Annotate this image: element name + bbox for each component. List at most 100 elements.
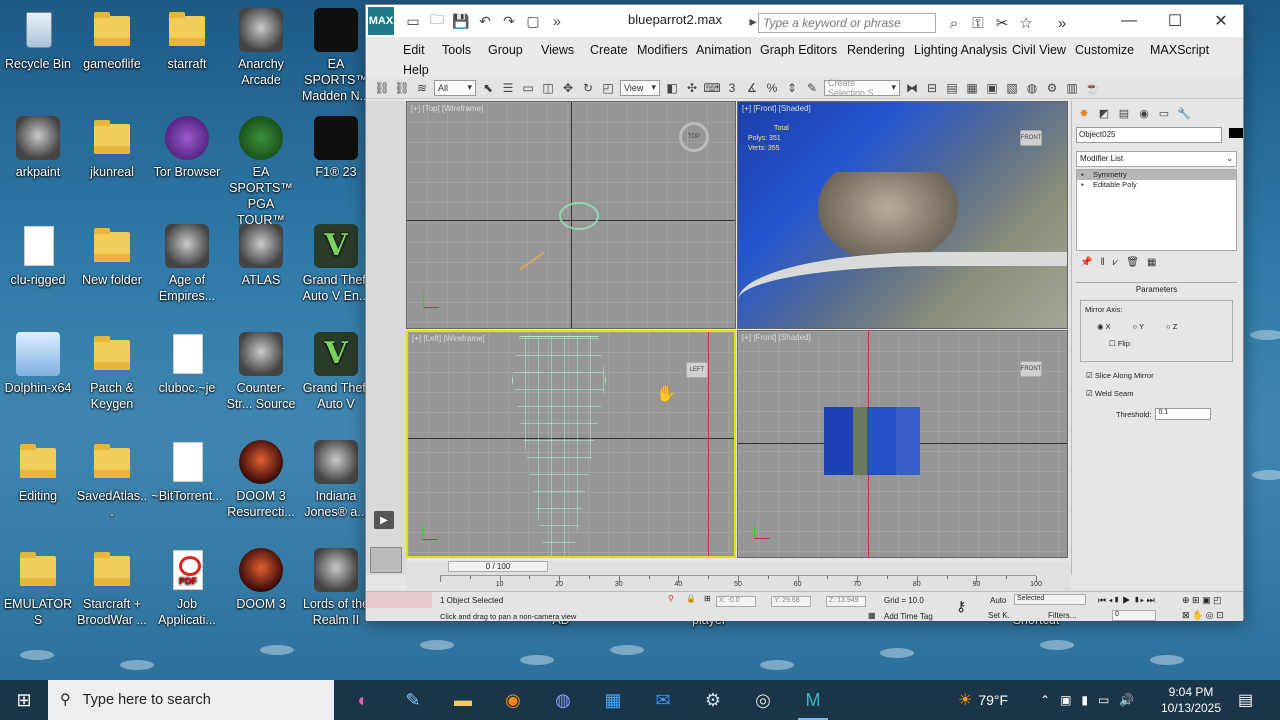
create-tab-icon[interactable]: ✸ [1076, 105, 1092, 121]
3dsmax-logo-icon[interactable]: MAX [368, 7, 394, 35]
steam-icon[interactable]: ⚙ [688, 680, 738, 720]
key-mode-icon[interactable]: ⚷ [956, 598, 966, 615]
tools-icon[interactable]: ✂ [992, 13, 1012, 33]
modify-tab-icon[interactable]: ◩ [1096, 105, 1112, 121]
3dsmax-taskbar-icon[interactable]: M [788, 680, 838, 720]
desktop-icon-starcraft[interactable]: Starcraft + BroodWar ... [76, 548, 148, 628]
viewport-layout-button[interactable] [370, 547, 402, 573]
menu-modifiers[interactable]: Modifiers [637, 43, 688, 57]
select-icon[interactable]: ⬉ [480, 80, 496, 96]
motion-tab-icon[interactable]: ◉ [1136, 105, 1152, 121]
render-setup-icon[interactable]: ⚙ [1044, 80, 1060, 96]
key-icon[interactable]: ⚿ [968, 13, 988, 33]
desktop-icon-counter-strike[interactable]: Counter-Str... Source [225, 332, 297, 412]
viewport-label[interactable]: [+] [Front] [Shaded] [742, 104, 811, 113]
key-filter-dropdown[interactable]: Selected [1014, 594, 1086, 605]
desktop-icon-editing[interactable]: Editing [2, 440, 74, 504]
desktop-icon-age-of-empires[interactable]: Age of Empires... [151, 224, 223, 304]
viewport-front-shaded-2[interactable]: [+] [Front] [Shaded] FRONT [737, 330, 1068, 558]
z-coord-field[interactable]: Z: 13.949 [826, 596, 866, 607]
viewport-label[interactable]: [+] [Left] [Wireframe] [412, 334, 485, 343]
spinner-snap-icon[interactable]: ⇕ [784, 80, 800, 96]
expand-toolbar-icon[interactable]: » [546, 10, 568, 32]
auto-key-button[interactable]: Auto [990, 596, 1006, 605]
obs-icon[interactable]: ◎ [738, 680, 788, 720]
desktop-icon-savedatlas[interactable]: SavedAtlas... [76, 440, 148, 520]
minimize-button[interactable]: — [1106, 5, 1152, 37]
help-search-input[interactable]: Type a keyword or phrase [758, 13, 936, 33]
viewport-nav-icons[interactable]: ⊕ ⊞ ▣ ◰ [1182, 595, 1222, 606]
taskbar-search-input[interactable]: ⚲ Type here to search [48, 680, 334, 720]
flip-checkbox[interactable]: ☐ Flip [1085, 339, 1228, 348]
weld-seam-checkbox[interactable]: ☑ Weld Seam [1072, 389, 1241, 398]
microsoft-store-icon[interactable]: ▦ [588, 680, 638, 720]
viewport-left[interactable]: [+] [Left] [Wireframe] ✋ LEFT [406, 330, 736, 558]
stack-item-editable-poly[interactable]: Editable Poly [1077, 180, 1236, 190]
desktop-icon-gameoflife[interactable]: gameoflife [76, 8, 148, 72]
radio-z[interactable]: ○ Z [1166, 322, 1177, 331]
desktop-icon-gta-v[interactable]: V Grand Theft Auto V [300, 332, 372, 412]
scale-icon[interactable]: ◰ [600, 80, 616, 96]
volume-icon[interactable]: 🔊 [1119, 693, 1134, 707]
show-end-result-icon[interactable]: ‖ [1100, 257, 1104, 268]
project-icon[interactable]: ▢ [522, 10, 544, 32]
viewport-top[interactable]: [+] [Top] [Wireframe] TOP [406, 101, 736, 329]
parameters-rollout-header[interactable]: Parameters [1076, 282, 1237, 294]
modifier-list-dropdown[interactable]: Modifier List ⌄ [1076, 151, 1237, 167]
mirror-icon[interactable]: ⧓ [904, 80, 920, 96]
binoculars-icon[interactable]: ⌕ [944, 13, 964, 33]
link-icon[interactable]: ⛓ [374, 80, 390, 96]
edit-named-selection-icon[interactable]: ✎ [804, 80, 820, 96]
rendered-frame-icon[interactable]: ▥ [1064, 80, 1080, 96]
angle-snap-icon[interactable]: ∡ [744, 80, 760, 96]
radio-y[interactable]: ○ Y [1133, 322, 1145, 331]
save-icon[interactable]: 💾 [450, 10, 472, 32]
close-button[interactable]: ✕ [1198, 5, 1244, 37]
wireframe-body[interactable] [512, 336, 606, 556]
object-name-field[interactable]: Object025 [1076, 127, 1243, 143]
desktop-icon-bittorrent[interactable]: ~BitTorrent... [151, 440, 223, 504]
hierarchy-tab-icon[interactable]: ▤ [1116, 105, 1132, 121]
percent-snap-icon[interactable]: % [764, 80, 780, 96]
utilities-tab-icon[interactable]: 🔧 [1176, 105, 1192, 121]
slice-along-mirror-checkbox[interactable]: ☑ Slice Along Mirror [1072, 371, 1241, 380]
desktop-icon-patch-keygen[interactable]: Patch & Keygen [76, 332, 148, 412]
snaps-toggle-icon[interactable]: 3 [724, 80, 740, 96]
network-icon[interactable]: ▭ [1098, 693, 1109, 707]
named-selection-dropdown[interactable]: Create Selection S ▾ [824, 78, 900, 98]
desktop-icon-pga-tour[interactable]: EA SPORTS™ PGA TOUR™ [225, 116, 297, 228]
menu-create[interactable]: Create [590, 43, 628, 57]
more-icon[interactable]: » [1052, 13, 1072, 33]
render-production-icon[interactable]: ☕ [1084, 80, 1100, 96]
isolate-icon[interactable]: ⚲ [668, 594, 674, 603]
selection-filter-dropdown[interactable]: All ▾ [434, 79, 476, 96]
menu-views[interactable]: Views [541, 43, 574, 57]
radio-x[interactable]: ◉ X [1097, 322, 1111, 331]
desktop-icon-tor-browser[interactable]: Tor Browser [151, 116, 223, 180]
expand-layout-icon[interactable]: ▶ [374, 511, 394, 529]
viewcube-icon[interactable]: FRONT [1020, 361, 1042, 377]
weather-widget[interactable]: ☀ 79°F [958, 680, 1008, 720]
parrot-reference-plane[interactable] [824, 407, 920, 475]
menu-rendering[interactable]: Rendering [847, 43, 905, 57]
desktop-icon-emulators[interactable]: EMULATORS [2, 548, 74, 628]
object-color-swatch[interactable] [1229, 128, 1243, 138]
manipulate-icon[interactable]: ✣ [684, 80, 700, 96]
toggle-ribbon-icon[interactable]: ▦ [964, 80, 980, 96]
desktop-icon-arkpaint[interactable]: arkpaint [2, 116, 74, 180]
y-coord-field[interactable]: Y: 29.68 [771, 596, 811, 607]
viewport-label[interactable]: [+] [Front] [Shaded] [742, 333, 811, 342]
menu-civil-view[interactable]: Civil View [1012, 43, 1066, 57]
window-crossing-icon[interactable]: ◫ [540, 80, 556, 96]
align-icon[interactable]: ⊟ [924, 80, 940, 96]
discord-icon[interactable]: ◍ [538, 680, 588, 720]
menu-help[interactable]: Help [403, 63, 429, 77]
menu-customize[interactable]: Customize [1075, 43, 1134, 57]
taskbar-clock[interactable]: 9:04 PM 10/13/2025 [1158, 684, 1224, 716]
desktop-icon-recycle-bin[interactable]: Recycle Bin [2, 8, 74, 72]
x-coord-field[interactable]: X: -0.0 [716, 596, 756, 607]
set-key-button[interactable]: Set K. [988, 611, 1010, 620]
maxscript-listener[interactable] [366, 592, 432, 608]
desktop-icon-doom3[interactable]: DOOM 3 [225, 548, 297, 612]
material-editor-icon[interactable]: ◍ [1024, 80, 1040, 96]
